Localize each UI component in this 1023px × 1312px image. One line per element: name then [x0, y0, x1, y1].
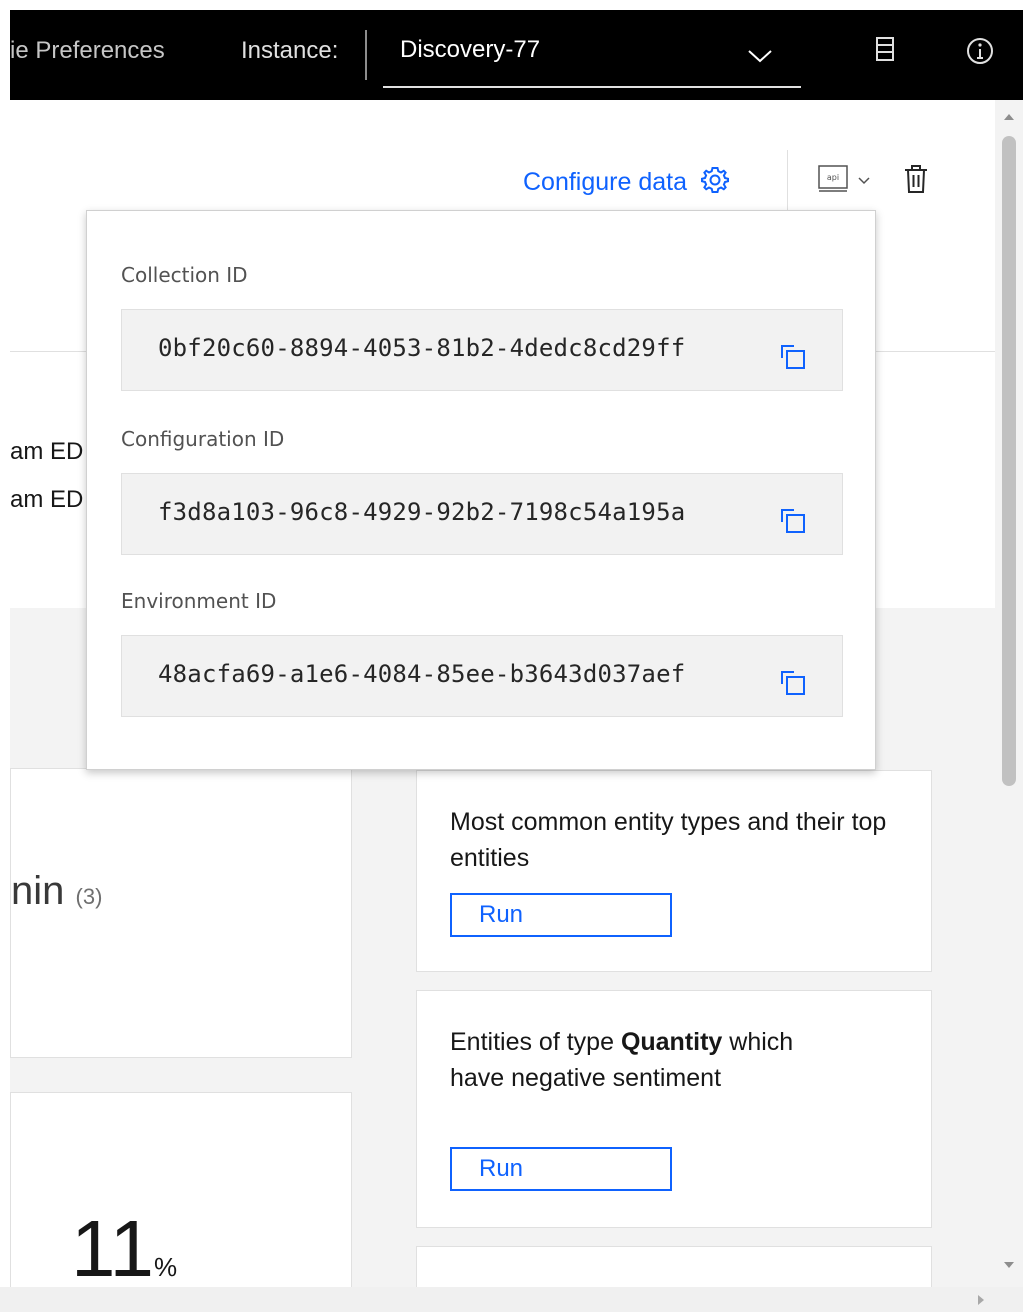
api-info-popover: Collection ID 0bf20c60-8894-4053-81b2-4d… [86, 210, 876, 770]
query-card: Most common entity types and their top e… [416, 770, 932, 972]
run-button[interactable]: Run [450, 893, 672, 937]
instance-value: Discovery-77 [400, 36, 541, 63]
scroll-up-icon[interactable] [1003, 112, 1015, 122]
gear-icon [701, 165, 730, 200]
database-icon[interactable] [874, 36, 896, 67]
copy-icon[interactable] [778, 342, 808, 377]
api-menu-button[interactable]: api [817, 164, 871, 199]
instance-label: Instance: [241, 37, 339, 64]
top-divider [365, 30, 367, 80]
percentage-value: 11% [71, 1203, 177, 1287]
collection-id-field[interactable]: 0bf20c60-8894-4053-81b2-4dedc8cd29ff [121, 309, 843, 391]
copy-icon[interactable] [778, 506, 808, 541]
copy-icon[interactable] [778, 668, 808, 703]
query-entity-type: Quantity [620, 1028, 723, 1056]
collection-id-value: 0bf20c60-8894-4053-81b2-4dedc8cd29ff [158, 334, 686, 362]
vertical-scroll-thumb[interactable] [1002, 136, 1016, 786]
configure-data-label: Configure data [523, 168, 688, 196]
info-icon[interactable] [965, 36, 995, 71]
preferences-link[interactable]: ie Preferences [10, 37, 165, 65]
horizontal-scrollbar[interactable] [0, 1287, 1023, 1312]
environment-id-value: 48acfa69-a1e6-4084-85ee-b3643d037aef [158, 660, 686, 688]
configure-data-link[interactable]: Configure data [523, 165, 730, 200]
scroll-down-icon[interactable] [1003, 1260, 1015, 1270]
truncated-text-1: am ED [10, 438, 84, 465]
trash-icon [903, 165, 929, 198]
percentage-unit: % [154, 1252, 178, 1282]
query-description: Entities of type Quantity which have neg… [450, 1024, 810, 1096]
scroll-right-icon[interactable] [976, 1294, 986, 1306]
percentage-card: 11% [10, 1092, 352, 1287]
summary-card-count: (3) [75, 884, 103, 909]
summary-card-label: nin [11, 869, 65, 913]
summary-card-text: nin (3) [11, 869, 102, 914]
configuration-id-field[interactable]: f3d8a103-96c8-4929-92b2-7198c54a195a [121, 473, 843, 555]
configuration-id-value: f3d8a103-96c8-4929-92b2-7198c54a195a [158, 498, 686, 526]
run-button[interactable]: Run [450, 1147, 672, 1191]
environment-id-field[interactable]: 48acfa69-a1e6-4084-85ee-b3643d037aef [121, 635, 843, 717]
query-description: Most common entity types and their top e… [450, 808, 887, 872]
truncated-text-2: am ED [10, 486, 84, 513]
toolbar-divider [787, 150, 788, 210]
chevron-down-icon [857, 173, 871, 191]
query-card: Entities of type Quantity which have neg… [416, 990, 932, 1228]
vertical-scrollbar[interactable] [995, 100, 1023, 1287]
top-bar: ie Preferences Instance: Discovery-77 [0, 0, 1023, 100]
percentage-number: 11 [71, 1204, 155, 1287]
configuration-id-label: Configuration ID [121, 427, 285, 451]
collection-id-label: Collection ID [121, 263, 248, 287]
summary-card: nin (3) [10, 768, 352, 1058]
delete-button[interactable] [903, 164, 929, 199]
api-icon-label: api [827, 173, 839, 182]
instance-dropdown[interactable]: Discovery-77 [383, 22, 801, 88]
query-text-part: Entities of type [450, 1028, 621, 1056]
chevron-down-icon [747, 48, 773, 69]
query-card [416, 1246, 932, 1287]
environment-id-label: Environment ID [121, 589, 277, 613]
top-bar-inner: ie Preferences Instance: Discovery-77 [10, 10, 1023, 100]
api-icon: api [817, 164, 851, 199]
